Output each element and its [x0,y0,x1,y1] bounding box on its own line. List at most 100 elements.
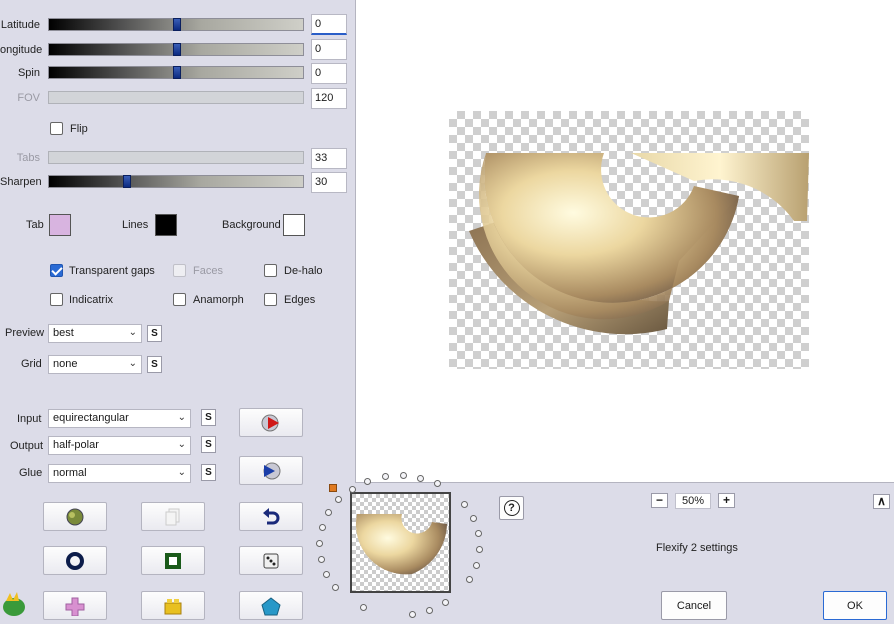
collapse-button[interactable]: ∧ [873,494,890,509]
settings-title: Flexify 2 settings [656,542,738,554]
navigator-dot[interactable] [474,530,482,538]
preview-select-value: best [53,327,74,339]
sharpen-input[interactable]: 30 [311,172,347,193]
navigator-dot[interactable] [317,555,325,563]
indicatrix-checkbox[interactable] [50,293,63,306]
brick-icon [164,598,182,614]
navigator-dot[interactable] [408,611,416,619]
navigator-dot[interactable] [425,606,433,614]
preview-image[interactable] [449,111,809,369]
sharpen-slider-thumb[interactable] [123,175,131,188]
edges-label: Edges [284,294,316,306]
copy-button[interactable] [141,502,205,531]
play-blue-icon [263,462,281,479]
edges-checkbox[interactable] [264,293,277,306]
navigator-dot[interactable] [332,584,340,592]
navigator-dot[interactable] [465,576,473,584]
grid-label: Grid [21,358,42,370]
zoom-level[interactable]: 50% [675,493,711,509]
cross-button[interactable] [43,591,107,620]
navigator-thumbnail[interactable] [350,492,451,593]
latitude-input[interactable]: 0 [311,14,347,35]
planet-icon [66,508,84,525]
zoom-in-button[interactable]: + [718,493,735,508]
navigator-dot[interactable] [364,477,372,485]
navigator-dot[interactable] [472,561,480,569]
play-button[interactable] [239,408,303,437]
navigator-dot[interactable] [381,473,389,481]
navigator-dot[interactable] [399,472,407,480]
help-icon: ? [503,500,520,516]
faces-checkbox [173,264,186,277]
tabs-input[interactable]: 33 [311,148,347,169]
navigator-dot[interactable] [348,485,356,493]
navigator-dot[interactable] [359,604,367,612]
navigator-dot[interactable] [469,515,477,522]
ring-button[interactable] [43,546,107,575]
chevron-down-icon: ⌄ [177,412,186,423]
grid-select[interactable]: none ⌄ [48,355,142,374]
navigator-dot[interactable] [434,480,442,488]
spin-slider-thumb[interactable] [173,66,181,79]
preview-select[interactable]: best ⌄ [48,324,142,343]
zoom-out-button[interactable]: − [651,493,668,508]
latitude-slider-thumb[interactable] [173,18,181,31]
sharpen-label: Sharpen [0,176,42,188]
glue-select[interactable]: normal ⌄ [48,464,191,483]
navigator-dot[interactable] [335,496,343,504]
background-color-swatch[interactable] [283,214,305,236]
navigator-dot[interactable] [441,599,449,607]
spin-input[interactable]: 0 [311,63,347,84]
brick-button[interactable] [141,591,205,620]
de-halo-checkbox[interactable] [264,264,277,277]
spin-slider[interactable] [48,66,304,79]
input-select[interactable]: equirectangular ⌄ [48,409,191,428]
frame-button[interactable] [141,546,205,575]
latitude-slider[interactable] [48,18,304,31]
longitude-slider-thumb[interactable] [173,43,181,56]
flip-checkbox[interactable] [50,122,63,135]
fov-input[interactable]: 120 [311,88,347,109]
output-label: Output [10,440,44,452]
load-button[interactable] [239,456,303,485]
square-frame-icon [165,552,181,569]
chevron-down-icon: ⌄ [128,358,137,369]
glue-s-button[interactable]: S [201,464,216,481]
tabs-slider [48,151,304,164]
navigator-marker-icon [329,484,337,492]
chevron-down-icon: ⌄ [128,327,137,338]
undo-button[interactable] [239,502,303,531]
navigator-dot[interactable] [475,545,483,553]
input-s-button[interactable]: S [201,409,216,426]
pentagon-button[interactable] [239,591,303,620]
randomize-button[interactable] [239,546,303,575]
navigator-dot[interactable] [417,474,425,482]
grid-s-button[interactable]: S [147,356,162,373]
output-select[interactable]: half-polar ⌄ [48,436,191,455]
play-red-icon [261,414,279,431]
sharpen-slider[interactable] [48,175,304,188]
navigator-dot[interactable] [316,539,324,547]
navigator-dot[interactable] [318,524,326,532]
random-planet-button[interactable] [43,502,107,531]
plugin-logo-icon [3,592,25,616]
longitude-slider[interactable] [48,43,304,56]
cancel-button[interactable]: Cancel [661,591,727,620]
tab-color-swatch[interactable] [49,214,71,236]
ok-button[interactable]: OK [823,591,887,620]
chevron-down-icon: ⌄ [177,467,186,478]
transparent-gaps-checkbox[interactable] [50,264,63,277]
ring-icon [66,551,84,570]
lines-color-swatch[interactable] [155,214,177,236]
help-button[interactable]: ? [499,496,524,520]
anamorph-checkbox[interactable] [173,293,186,306]
preview-image-graphic [469,153,809,335]
output-s-button[interactable]: S [201,436,216,453]
input-label: Input [17,413,42,425]
navigator-dot[interactable] [461,501,468,509]
longitude-input[interactable]: 0 [311,39,347,60]
input-select-value: equirectangular [53,412,129,424]
preview-s-button[interactable]: S [147,325,162,342]
navigator-dot[interactable] [325,509,333,517]
navigator-dot[interactable] [322,570,330,578]
